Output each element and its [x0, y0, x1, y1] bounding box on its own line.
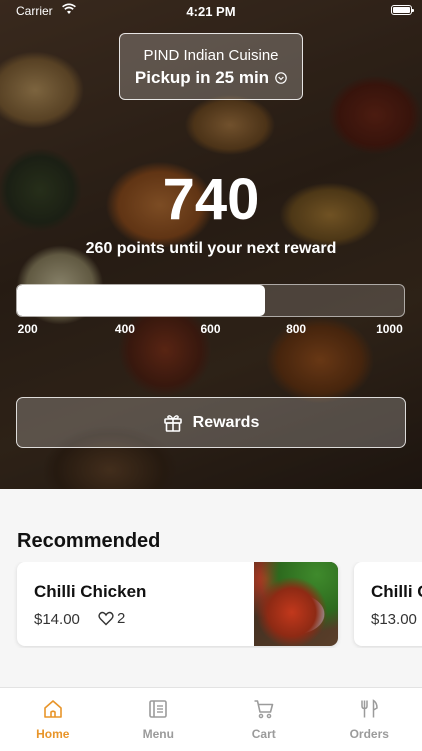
- pickup-time: Pickup in 25 min: [135, 68, 269, 88]
- tab-label: Cart: [211, 727, 317, 741]
- tick-label: 600: [200, 322, 220, 336]
- tab-label: Menu: [106, 727, 212, 741]
- tab-menu[interactable]: Menu: [106, 688, 212, 751]
- tab-cart[interactable]: Cart: [211, 688, 317, 751]
- points-progress-fill: [17, 285, 265, 316]
- rewards-label: Rewards: [193, 414, 260, 432]
- tick-label: 1000: [376, 322, 403, 336]
- points-until-reward: 260 points until your next reward: [0, 240, 422, 258]
- item-price: $13.00: [371, 611, 417, 628]
- home-icon: [42, 698, 64, 720]
- item-name: Chilli C: [371, 582, 422, 602]
- progress-ticks: 200 400 600 800 1000: [16, 322, 405, 338]
- tab-label: Orders: [317, 727, 422, 741]
- clock: 4:21 PM: [0, 4, 422, 19]
- battery-icon: [391, 5, 412, 15]
- chevron-down-circle-icon: [275, 72, 287, 84]
- recommended-item-card[interactable]: Chilli Chicken $14.00 2: [17, 562, 338, 646]
- gift-icon: [163, 413, 183, 433]
- store-name: PIND Indian Cuisine: [120, 47, 302, 64]
- points-balance: 740: [0, 168, 422, 232]
- orders-icon: [358, 698, 380, 720]
- tick-label: 400: [115, 322, 135, 336]
- hero-banner: Carrier 4:21 PM PIND Indian Cuisine Pick…: [0, 0, 422, 489]
- store-pickup-selector[interactable]: PIND Indian Cuisine Pickup in 25 min: [119, 33, 303, 100]
- recommended-item-card[interactable]: Chilli C $13.00: [354, 562, 422, 646]
- tab-home[interactable]: Home: [0, 688, 106, 751]
- likes-count: 2: [117, 610, 125, 627]
- recommended-heading: Recommended: [17, 530, 160, 553]
- rewards-button[interactable]: Rewards: [16, 397, 406, 448]
- recommended-carousel[interactable]: Chilli Chicken $14.00 2 Chilli C $13.00: [0, 562, 422, 648]
- tab-label: Home: [0, 727, 106, 741]
- item-name: Chilli Chicken: [34, 582, 146, 602]
- tick-label: 200: [18, 322, 38, 336]
- tab-bar: Home Menu Cart Orders: [0, 687, 422, 751]
- item-likes[interactable]: 2: [98, 610, 125, 627]
- cart-icon: [253, 698, 275, 720]
- status-bar: Carrier 4:21 PM: [0, 0, 422, 22]
- tick-label: 800: [286, 322, 306, 336]
- item-price: $14.00: [34, 611, 80, 628]
- item-photo: [254, 562, 338, 646]
- heart-icon: [98, 611, 114, 626]
- points-progress-bar: [16, 284, 405, 317]
- tab-orders[interactable]: Orders: [317, 688, 422, 751]
- menu-icon: [147, 698, 169, 720]
